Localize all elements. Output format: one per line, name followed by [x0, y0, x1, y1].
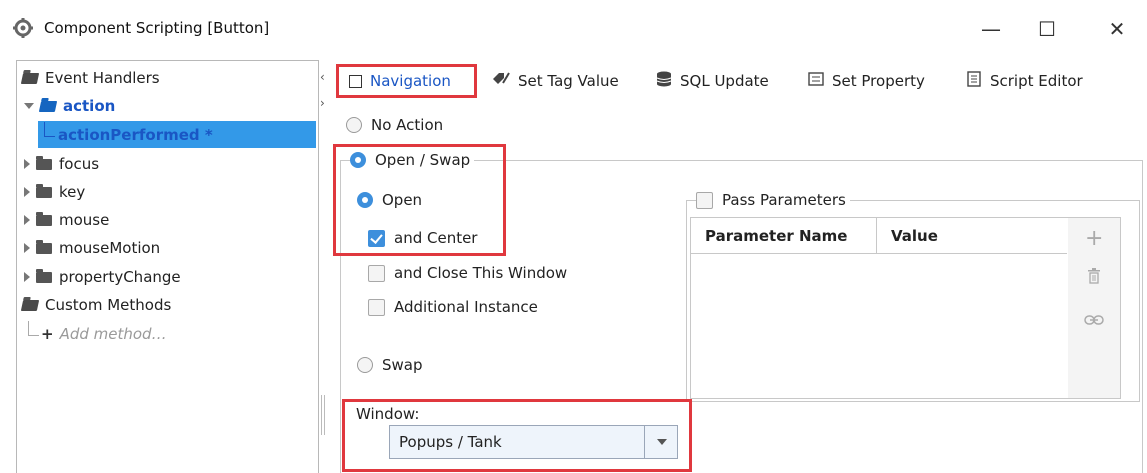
expand-right-icon: [24, 215, 30, 225]
window-title: Component Scripting [Button]: [44, 19, 270, 37]
tab-set-tag-value[interactable]: Set Tag Value: [492, 64, 619, 98]
column-header-parameter-name[interactable]: Parameter Name: [691, 218, 877, 254]
folder-icon: [36, 268, 52, 283]
tree-label: key: [59, 183, 86, 201]
tab-label: Script Editor: [990, 72, 1083, 90]
plus-icon: +: [41, 325, 54, 343]
tree-connector: [44, 121, 55, 137]
tree-item-action-performed[interactable]: actionPerformed *: [44, 121, 213, 149]
no-action-radio[interactable]: No Action: [346, 116, 443, 134]
open-folder-icon: [38, 100, 58, 112]
splitter-handle[interactable]: [318, 395, 328, 435]
parameters-toolbar: +: [1068, 217, 1121, 399]
window-select[interactable]: Popups / Tank: [389, 425, 678, 459]
chevron-down-icon: [656, 439, 667, 445]
tree-item-add-method[interactable]: + Add method…: [28, 320, 167, 348]
link-parameter-icon[interactable]: [1084, 312, 1104, 330]
option-label: No Action: [371, 116, 444, 134]
expand-right-icon: [24, 243, 30, 253]
tree-item-property-change[interactable]: propertyChange: [24, 263, 181, 291]
tree-connector: [28, 320, 39, 336]
tree-label: action: [63, 97, 116, 115]
folder-icon: [36, 155, 52, 170]
expand-right-arrow-icon[interactable]: ›: [320, 96, 325, 110]
tab-label: Set Property: [832, 72, 925, 90]
tab-navigation[interactable]: Navigation: [336, 64, 477, 98]
tree-item-key[interactable]: key: [24, 178, 85, 206]
tab-sql-update[interactable]: SQL Update: [656, 64, 769, 98]
tree-label: mouse: [59, 211, 110, 229]
tree-label: focus: [59, 155, 100, 173]
option-label: Open / Swap: [375, 151, 471, 169]
checkbox-indicator: [368, 229, 385, 247]
window-icon: [349, 74, 362, 88]
checkbox-indicator: [696, 191, 713, 209]
option-label: Additional Instance: [394, 298, 538, 316]
tab-set-property[interactable]: Set Property: [808, 64, 925, 98]
open-folder-icon: [20, 72, 40, 84]
radio-indicator: [357, 192, 373, 208]
pass-parameters-checkbox[interactable]: Pass Parameters: [696, 191, 850, 209]
collapse-left-icon[interactable]: ‹: [320, 70, 325, 84]
tree-item-custom-methods[interactable]: Custom Methods: [20, 291, 172, 319]
tree-item-mouse[interactable]: mouse: [24, 206, 109, 234]
app-gear-icon: [12, 17, 34, 39]
option-label: Swap: [382, 356, 423, 374]
expand-down-icon: [24, 103, 34, 109]
parameters-table[interactable]: Parameter Name Value: [690, 217, 1069, 399]
option-label: and Close This Window: [394, 264, 568, 282]
and-close-window-checkbox[interactable]: and Close This Window: [368, 264, 567, 282]
minimize-button[interactable]: —: [968, 14, 1014, 44]
open-folder-icon: [20, 299, 40, 311]
tree-label: propertyChange: [59, 268, 181, 286]
option-label: Pass Parameters: [722, 191, 846, 209]
tab-label: Set Tag Value: [518, 72, 619, 90]
additional-instance-checkbox[interactable]: Additional Instance: [368, 298, 538, 316]
tree-label: actionPerformed *: [58, 126, 213, 144]
folder-icon: [36, 211, 52, 226]
and-center-checkbox[interactable]: and Center: [368, 229, 477, 247]
checkbox-indicator: [368, 264, 385, 282]
database-icon: [656, 71, 672, 91]
property-icon: [808, 72, 824, 90]
expand-right-icon: [24, 159, 30, 169]
dropdown-button[interactable]: [644, 426, 678, 458]
close-button[interactable]: ✕: [1094, 14, 1140, 44]
folder-icon: [36, 183, 52, 198]
add-parameter-icon[interactable]: +: [1085, 226, 1103, 251]
checkbox-indicator: [368, 298, 385, 316]
tree-label: Custom Methods: [45, 296, 172, 314]
tag-icon: [492, 71, 510, 91]
folder-icon: [36, 239, 52, 254]
tab-script-editor[interactable]: Script Editor: [966, 64, 1083, 98]
tree-label: Add method…: [59, 325, 167, 343]
open-radio[interactable]: Open: [357, 191, 422, 209]
radio-indicator: [357, 357, 373, 373]
expand-right-icon: [24, 187, 30, 197]
tree-item-action[interactable]: action: [24, 92, 115, 120]
tree-label: Event Handlers: [45, 69, 160, 87]
tree-item-event-handlers[interactable]: Event Handlers: [20, 64, 160, 92]
column-header-value[interactable]: Value: [877, 218, 1067, 254]
expand-right-icon: [24, 272, 30, 282]
tab-label: Navigation: [370, 72, 451, 90]
window-label: Window:: [356, 405, 420, 423]
radio-indicator: [350, 152, 366, 168]
option-label: Open: [382, 191, 423, 209]
delete-parameter-icon[interactable]: [1087, 268, 1101, 288]
tab-label: SQL Update: [680, 72, 769, 90]
open-swap-radio[interactable]: Open / Swap: [350, 151, 475, 169]
option-label: and Center: [394, 229, 478, 247]
maximize-button[interactable]: ☐: [1024, 14, 1070, 44]
radio-indicator: [346, 117, 362, 133]
swap-radio[interactable]: Swap: [357, 356, 423, 374]
script-icon: [966, 71, 982, 91]
window-select-value: Popups / Tank: [399, 433, 502, 451]
tree-item-focus[interactable]: focus: [24, 150, 99, 178]
tree-label: mouseMotion: [59, 239, 161, 257]
tree-item-mouse-motion[interactable]: mouseMotion: [24, 234, 160, 262]
